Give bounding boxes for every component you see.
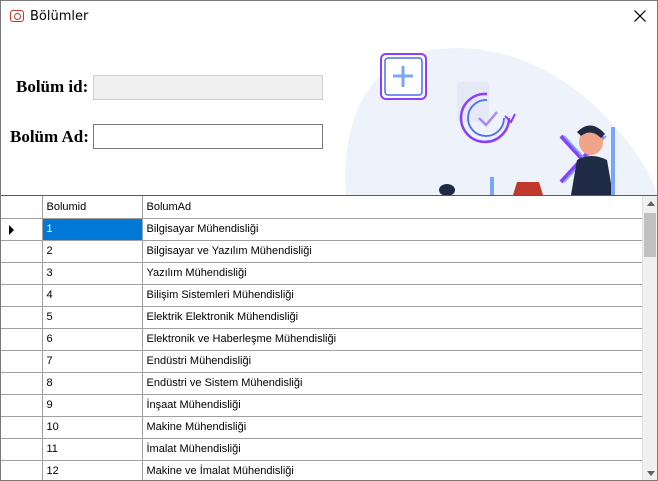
row-header-corner[interactable] xyxy=(1,196,43,219)
name-label: Bolüm Ad: xyxy=(10,127,89,146)
id-field[interactable] xyxy=(93,75,323,100)
row-header-cell[interactable] xyxy=(1,284,43,307)
scroll-down-icon[interactable] xyxy=(647,471,655,476)
row-header-cell[interactable] xyxy=(1,372,43,395)
table-row[interactable]: 10 Makine Mühendisliği xyxy=(1,416,643,439)
cell-bolumad[interactable]: Yazılım Mühendisliği xyxy=(142,262,643,285)
cell-bolumid[interactable]: 9 xyxy=(42,394,143,417)
name-field[interactable] xyxy=(93,124,323,149)
cell-bolumad[interactable]: Makine Mühendisliği xyxy=(142,416,643,439)
cell-bolumad[interactable]: İnşaat Mühendisliği xyxy=(142,394,643,417)
cell-bolumad[interactable]: Bilgisayar ve Yazılım Mühendisliği xyxy=(142,240,643,263)
cell-bolumid[interactable]: 3 xyxy=(42,262,143,285)
cell-bolumad[interactable]: Elektronik ve Haberleşme Mühendisliği xyxy=(142,328,643,351)
app-logo-icon xyxy=(10,10,24,22)
cell-bolumid[interactable]: 12 xyxy=(42,460,143,480)
table-row[interactable]: 3 Yazılım Mühendisliği xyxy=(1,262,643,285)
close-icon xyxy=(634,10,646,22)
cell-bolumad[interactable]: Endüstri Mühendisliği xyxy=(142,350,643,373)
row-header-cell[interactable] xyxy=(1,460,43,480)
row-header-cell[interactable] xyxy=(1,350,43,373)
add-box-icon xyxy=(380,53,427,100)
row-header-cell[interactable] xyxy=(1,328,43,351)
current-row-arrow-icon xyxy=(9,224,14,235)
cell-bolumid[interactable]: 1 xyxy=(42,218,143,241)
cell-bolumad[interactable]: Makine ve İmalat Mühendisliği xyxy=(142,460,643,480)
cell-bolumid[interactable]: 10 xyxy=(42,416,143,439)
form-area: Bolüm id: Bolüm Ad: xyxy=(1,32,657,195)
cell-bolumid[interactable]: 11 xyxy=(42,438,143,461)
row-header-cell[interactable] xyxy=(1,438,43,461)
row-header-cell[interactable] xyxy=(1,240,43,263)
cell-bolumid[interactable]: 8 xyxy=(42,372,143,395)
table-row[interactable]: 9 İnşaat Mühendisliği xyxy=(1,394,643,417)
row-header-cell[interactable] xyxy=(1,394,43,417)
cell-bolumad[interactable]: Bilgisayar Mühendisliği xyxy=(142,218,643,241)
vertical-scrollbar[interactable] xyxy=(642,196,657,480)
row-header-cell[interactable] xyxy=(1,306,43,329)
window: Bölümler Bolüm id: Bolüm Ad: Bolumid Bol… xyxy=(0,0,658,481)
background-illustration xyxy=(345,48,657,195)
cell-bolumad[interactable]: Bilişim Sistemleri Mühendisliği xyxy=(142,284,643,307)
cell-bolumid[interactable]: 2 xyxy=(42,240,143,263)
table-row[interactable]: 4 Bilişim Sistemleri Mühendisliği xyxy=(1,284,643,307)
cell-bolumid[interactable]: 5 xyxy=(42,306,143,329)
row-header-cell[interactable] xyxy=(1,262,43,285)
cell-bolumad[interactable]: Endüstri ve Sistem Mühendisliği xyxy=(142,372,643,395)
table-row[interactable]: 12 Makine ve İmalat Mühendisliği xyxy=(1,460,643,480)
scroll-thumb[interactable] xyxy=(644,213,656,257)
table-row[interactable]: 8 Endüstri ve Sistem Mühendisliği xyxy=(1,372,643,395)
column-header-bolumid[interactable]: Bolumid xyxy=(42,196,143,219)
table-row[interactable]: 6 Elektronik ve Haberleşme Mühendisliği xyxy=(1,328,643,351)
table-row[interactable]: 11 İmalat Mühendisliği xyxy=(1,438,643,461)
grid-header-row: Bolumid BolumAd xyxy=(1,196,643,219)
close-button[interactable] xyxy=(623,3,657,29)
row-header-cell[interactable] xyxy=(1,416,43,439)
grid-table: Bolumid BolumAd 1 Bilgisayar Mühendisliği… xyxy=(1,196,643,480)
scroll-up-icon[interactable] xyxy=(647,201,655,206)
data-grid[interactable]: Bolumid BolumAd 1 Bilgisayar Mühendisliği… xyxy=(1,195,657,480)
cell-bolumid[interactable]: 6 xyxy=(42,328,143,351)
table-row[interactable]: 2 Bilgisayar ve Yazılım Mühendisliği xyxy=(1,240,643,263)
cell-bolumid[interactable]: 4 xyxy=(42,284,143,307)
cell-bolumad[interactable]: İmalat Mühendisliği xyxy=(142,438,643,461)
window-title: Bölümler xyxy=(30,9,89,24)
table-row[interactable]: 1 Bilgisayar Mühendisliği xyxy=(1,218,643,241)
title-bar: Bölümler xyxy=(1,1,657,32)
id-label: Bolüm id: xyxy=(16,77,89,96)
row-header-cell[interactable] xyxy=(1,218,43,241)
table-row[interactable]: 7 Endüstri Mühendisliği xyxy=(1,350,643,373)
cell-bolumad[interactable]: Elektrik Elektronik Mühendisliği xyxy=(142,306,643,329)
cell-bolumid[interactable]: 7 xyxy=(42,350,143,373)
column-header-bolumad[interactable]: BolumAd xyxy=(142,196,643,219)
table-row[interactable]: 5 Elektrik Elektronik Mühendisliği xyxy=(1,306,643,329)
